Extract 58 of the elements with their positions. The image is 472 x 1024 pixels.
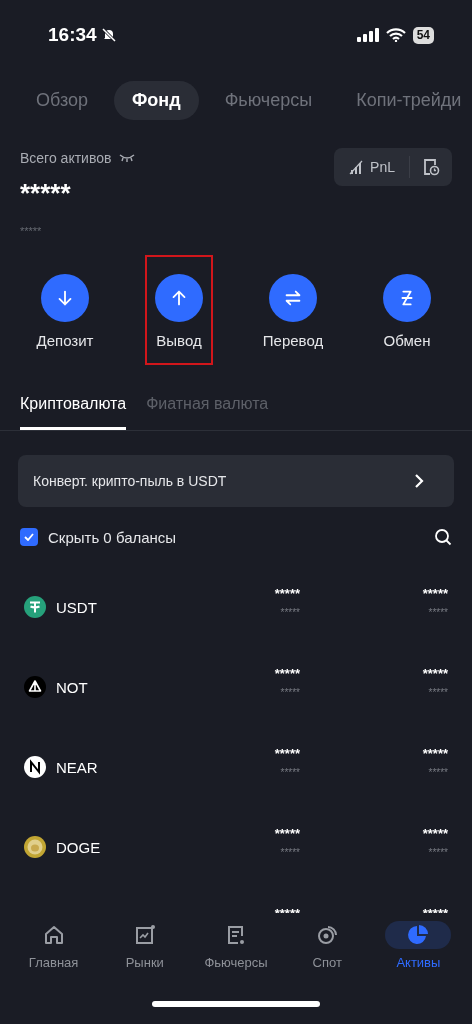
balance-value: ***** [422,906,448,913]
bars-icon [348,159,365,175]
wifi-icon [385,28,406,42]
closed-eye-icon[interactable] [119,154,136,162]
battery-level: 54 [412,26,434,44]
action-button[interactable]: Перевод [252,255,334,365]
convert-dust-banner[interactable]: Конверт. крипто-пыль в USDT [18,455,454,507]
coin-symbol: NEAR [56,758,98,776]
nav-tab[interactable]: Фьючерсы [190,915,282,979]
balance-sub-value: ***** [428,607,448,618]
total-sub-value: ***** [20,225,43,237]
coin-symbol: NOT [56,678,88,696]
balance-value: ***** [422,586,448,601]
action-button[interactable]: Вывод [145,255,213,365]
coin-symbol: DOGE [56,838,101,856]
balance-sub-value: ***** [280,687,300,698]
pnl-button[interactable]: PnL [334,148,409,186]
balance-value: ***** [422,666,448,681]
chevron-right-icon [414,473,424,489]
total-value: ***** [20,178,72,209]
section-tab[interactable]: Фьючерсы [206,80,331,120]
action-button[interactable]: Депозит [26,255,104,365]
n-coin-icon [24,756,46,778]
nav-tab[interactable]: Рынки [99,915,191,979]
balance-sub-value: ***** [428,687,448,698]
triangle-coin-icon [24,676,46,698]
action-button[interactable]: Обмен [373,255,441,365]
signal-icon [356,28,379,42]
clock-document-icon [422,158,440,176]
balance-sub-value: ***** [428,767,448,778]
balance-value: ***** [274,826,300,841]
target-icon [315,923,340,947]
section-tab[interactable]: Обзор [18,80,106,120]
nav-tab[interactable]: Спот [281,915,373,979]
balance-value: ***** [274,586,300,601]
balance-sub-value: ***** [280,767,300,778]
clock-time: 16:34 [48,24,97,46]
tether-coin-icon [24,596,46,618]
balance-value: ***** [274,906,300,913]
balance-value: ***** [422,746,448,761]
balance-sub-value: ***** [428,847,448,858]
pie-chart-icon [406,923,431,947]
balance-value: ***** [422,826,448,841]
balance-value: ***** [274,666,300,681]
nav-tab[interactable]: Главная [8,915,100,979]
balance-sub-value: ***** [280,847,300,858]
section-tab[interactable]: Копи-трейди [338,80,472,120]
total-assets-label: Всего активов [20,150,112,166]
dog-coin-icon [24,836,46,858]
nav-tab[interactable]: Активы [372,915,464,979]
currency-tab[interactable]: Криптовалюта [20,387,127,430]
check-icon [24,533,34,541]
search-icon[interactable] [434,528,452,546]
balance-value: ***** [274,746,300,761]
section-tab[interactable]: Фонд [114,80,199,120]
hide-zero-checkbox[interactable]: Скрыть 0 балансы [20,528,177,546]
coin-symbol: USDT [56,598,97,616]
balance-sub-value: ***** [280,607,300,618]
